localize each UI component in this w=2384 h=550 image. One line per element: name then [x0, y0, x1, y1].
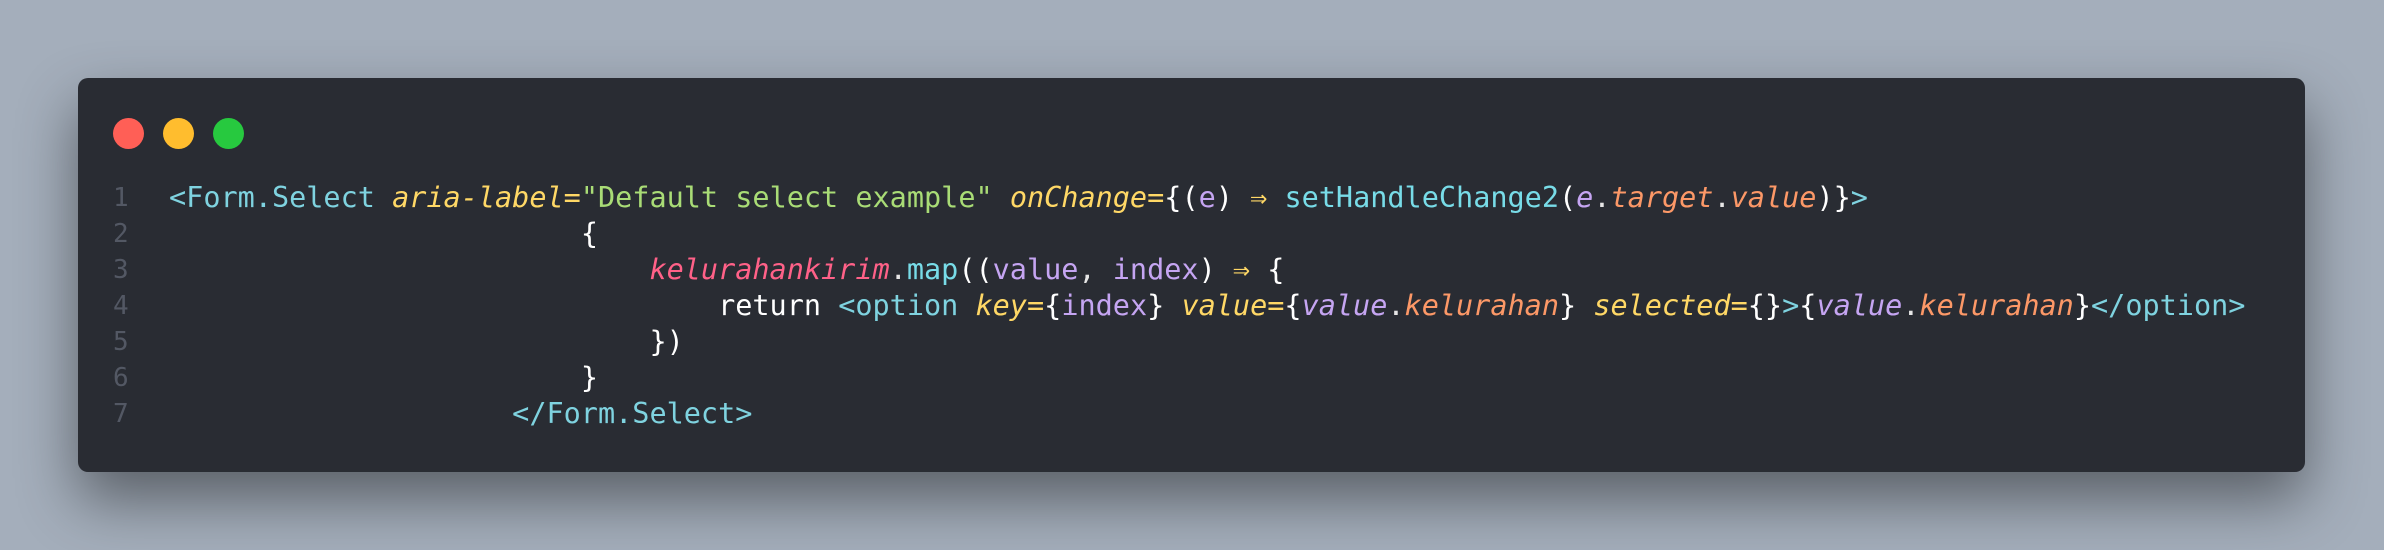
code-token-tag: </option>: [2091, 289, 2246, 322]
code-token-tag: <Form.Select: [169, 181, 393, 214]
code-token-attr: onChange: [1009, 181, 1148, 214]
code-window: 1 <Form.Select aria-label="Default select…: [78, 78, 2305, 472]
code-token-punct: .: [1387, 289, 1405, 322]
code-token-param: index: [1061, 289, 1148, 322]
code-token-param: e: [1198, 181, 1216, 214]
code-token-paren: ): [1198, 253, 1233, 286]
code-token-default: [821, 289, 838, 322]
code-token-obj: value: [1816, 289, 1903, 322]
code-token-op: =: [1267, 289, 1285, 322]
code-token-paren: ((: [958, 253, 993, 286]
code-token-tag: >: [1782, 289, 1800, 322]
line-content: }: [169, 360, 598, 396]
code-token-prop: target: [1610, 181, 1714, 214]
code-token-func: map: [906, 253, 959, 286]
code-token-punct: .: [889, 253, 907, 286]
code-token-op: =: [1730, 289, 1748, 322]
code-token-brace: }: [2073, 289, 2092, 322]
line-content: {: [169, 216, 598, 252]
code-token-op: =: [1147, 181, 1165, 214]
code-token-keyword: return: [718, 289, 822, 322]
line-content: return <option key={index} value={value.…: [169, 288, 2245, 324]
code-token-brace: {: [1284, 289, 1302, 322]
code-token-arrow: ⇒: [1232, 253, 1251, 286]
code-token-string: "Default select example": [580, 181, 993, 214]
line-number: 3: [113, 255, 129, 285]
minimize-button[interactable]: [163, 118, 194, 149]
line-number: 5: [113, 327, 129, 357]
code-token-var: kelurahankirim: [649, 253, 890, 286]
code-token-brace: }: [1558, 289, 1594, 322]
code-token-brace: }): [649, 325, 684, 358]
code-token-prop: value: [1730, 181, 1817, 214]
maximize-button[interactable]: [213, 118, 244, 149]
line-content: </Form.Select>: [169, 396, 752, 432]
code-token-default: [993, 181, 1010, 214]
code-token-attr: aria-label: [392, 181, 564, 214]
code-token-attr: key: [975, 289, 1027, 322]
code-token-brace: }: [1147, 289, 1182, 322]
code-token-paren: ): [1816, 181, 1834, 214]
code-token-func: setHandleChange2: [1284, 181, 1559, 214]
code-token-tag: >: [1850, 181, 1868, 214]
code-token-paren: (: [1559, 181, 1577, 214]
code-token-brace: {: [580, 217, 598, 250]
line-number: 7: [113, 399, 129, 429]
code-token-prop: kelurahan: [1919, 289, 2074, 322]
code-token-paren: ): [1215, 181, 1251, 214]
code-token-param: value: [992, 253, 1079, 286]
code-token-brace: }: [580, 361, 598, 394]
code-token-brace: {: [1250, 253, 1285, 286]
code-token-obj: value: [1301, 289, 1388, 322]
line-number: 1: [113, 183, 129, 213]
code-token-default: [169, 289, 718, 322]
line-content: kelurahankirim.map((value, index) ⇒ {: [169, 252, 1284, 288]
line-number: 4: [113, 291, 129, 321]
code-token-obj: e: [1576, 181, 1594, 214]
code-token-punct: .: [1713, 181, 1731, 214]
code-token-brace: }: [1833, 181, 1851, 214]
code-token-brace: {: [1799, 289, 1817, 322]
code-token-default: [169, 361, 581, 394]
code-token-punct: ,: [1078, 253, 1113, 286]
code-token-default: [169, 217, 581, 250]
code-token-default: [169, 253, 649, 286]
code-token-brace: {}: [1747, 289, 1783, 322]
code-token-paren: (: [1181, 181, 1199, 214]
line-content: }): [169, 324, 684, 360]
code-token-prop: kelurahan: [1404, 289, 1559, 322]
line-number: 6: [113, 363, 129, 393]
code-token-attr: selected: [1593, 289, 1731, 322]
code-token-tag: <option: [838, 289, 976, 322]
code-token-op: =: [563, 181, 581, 214]
line-number: 2: [113, 219, 129, 249]
code-token-brace: {: [1164, 181, 1182, 214]
code-token-tag: </Form.Select>: [512, 397, 753, 430]
close-button[interactable]: [113, 118, 144, 149]
code-token-default: [169, 325, 649, 358]
line-content: <Form.Select aria-label="Default select …: [169, 180, 1868, 216]
code-token-arrow: ⇒: [1250, 181, 1268, 214]
code-token-punct: .: [1593, 181, 1611, 214]
code-token-punct: .: [1902, 289, 1920, 322]
code-token-default: [169, 397, 512, 430]
code-token-attr: value: [1181, 289, 1268, 322]
code-token-param: index: [1112, 253, 1199, 286]
code-token-op: =: [1026, 289, 1045, 322]
code-token-default: [1267, 181, 1284, 214]
code-token-brace: {: [1044, 289, 1062, 322]
